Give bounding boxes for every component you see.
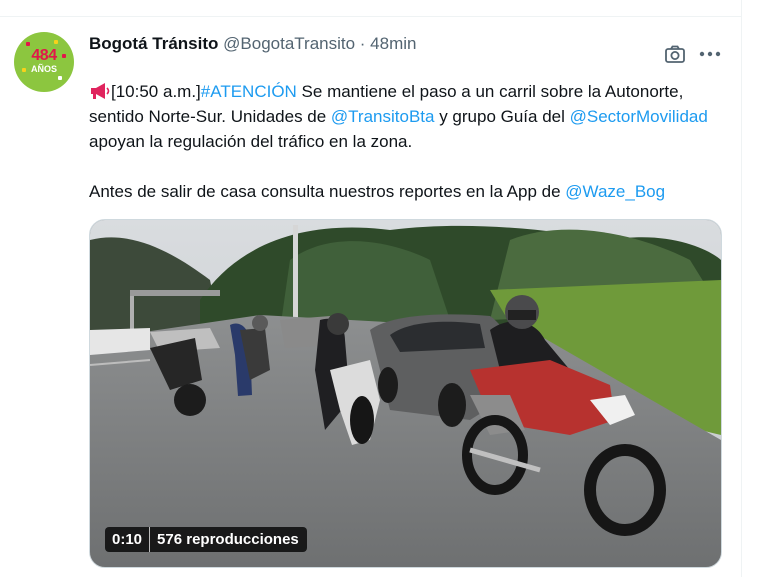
badge-divider [149, 527, 151, 552]
tweet-time[interactable]: 48min [370, 34, 416, 53]
tweet-paragraph-1: [10:50 a.m.]#ATENCIÓN Se mantiene el pas… [89, 79, 729, 154]
avatar-confetti [58, 76, 62, 80]
video-duration: 0:10 [112, 531, 143, 548]
more-icon[interactable] [698, 44, 722, 64]
megaphone-icon [91, 83, 110, 99]
tweet-text-line2: Antes de salir de casa consulta nuestros… [89, 182, 566, 201]
header-separator: · [355, 34, 371, 53]
avatar-number: 484 [31, 47, 57, 64]
video-stats-badge: 0:10 576 reproducciones [105, 527, 307, 552]
tweet-text: [10:50 a.m.]#ATENCIÓN Se mantiene el pas… [89, 79, 729, 204]
mention-sectormovilidad-link[interactable]: @SectorMovilidad [570, 107, 708, 126]
author-name[interactable]: Bogotá Tránsito [89, 34, 218, 53]
tweet-paragraph-2: Antes de salir de casa consulta nuestros… [89, 179, 729, 204]
tweet-text-part3: apoyan la regulación del tráfico en la z… [89, 132, 413, 151]
video-thumbnail [90, 220, 721, 567]
tweet-text-part2: y grupo Guía del [434, 107, 570, 126]
mention-transitobta-link[interactable]: @TransitoBta [331, 107, 435, 126]
camera-icon[interactable] [664, 44, 686, 64]
avatar[interactable]: 484 AÑOS [14, 32, 74, 92]
tweet-header: Bogotá Tránsito @BogotaTransito · 48min [89, 34, 416, 54]
avatar-confetti [26, 42, 30, 46]
timeline-right-border [741, 0, 742, 577]
avatar-confetti [54, 40, 58, 44]
video-player[interactable]: 0:10 576 reproducciones [89, 219, 722, 568]
author-handle[interactable]: @BogotaTransito [223, 34, 355, 53]
tweet-time-stamp: [10:50 a.m.] [111, 82, 201, 101]
hashtag-atencion-link[interactable]: #ATENCIÓN [201, 82, 297, 101]
mention-waze-bog-link[interactable]: @Waze_Bog [565, 182, 665, 201]
video-views: 576 reproducciones [157, 531, 299, 548]
avatar-subtitle: AÑOS [30, 64, 57, 74]
previous-tweet-divider [0, 0, 741, 17]
